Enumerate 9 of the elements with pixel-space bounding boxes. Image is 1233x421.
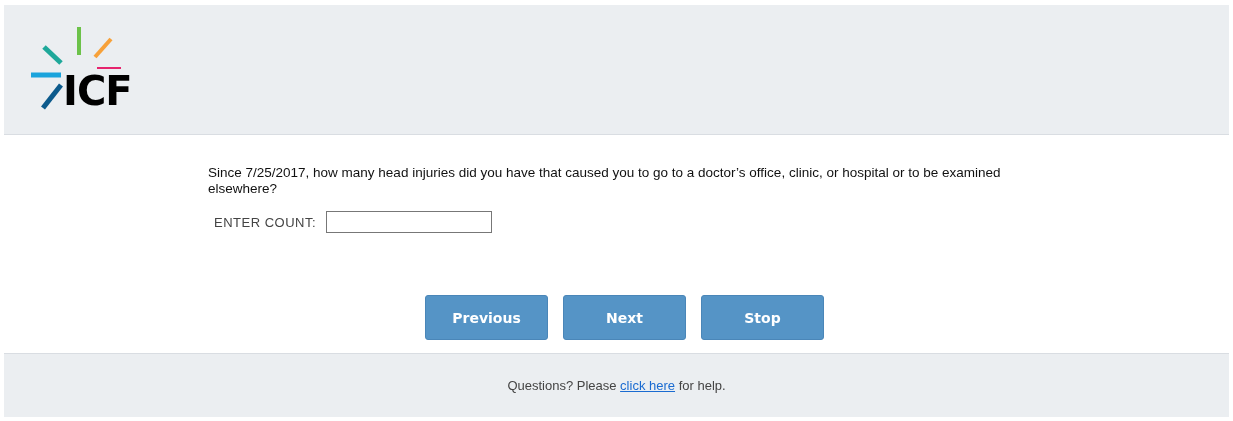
nav-button[interactable]: Next [563, 295, 686, 340]
question-text: Since 7/25/2017, how many head injuries did you have that caused you to go to a doctor’s office, clinic, or hospital or to be examined elsewhere? [208, 165, 1002, 197]
nav-button[interactable]: Previous [425, 295, 548, 340]
help-text: Questions? Please click here for help. [507, 378, 726, 393]
count-input-field[interactable] [326, 211, 493, 233]
logo-text: ICF [63, 71, 132, 111]
field-label: ENTER COUNT: [214, 214, 317, 230]
help-link[interactable]: click here [620, 378, 676, 393]
nav-button[interactable]: Stop [701, 295, 824, 340]
